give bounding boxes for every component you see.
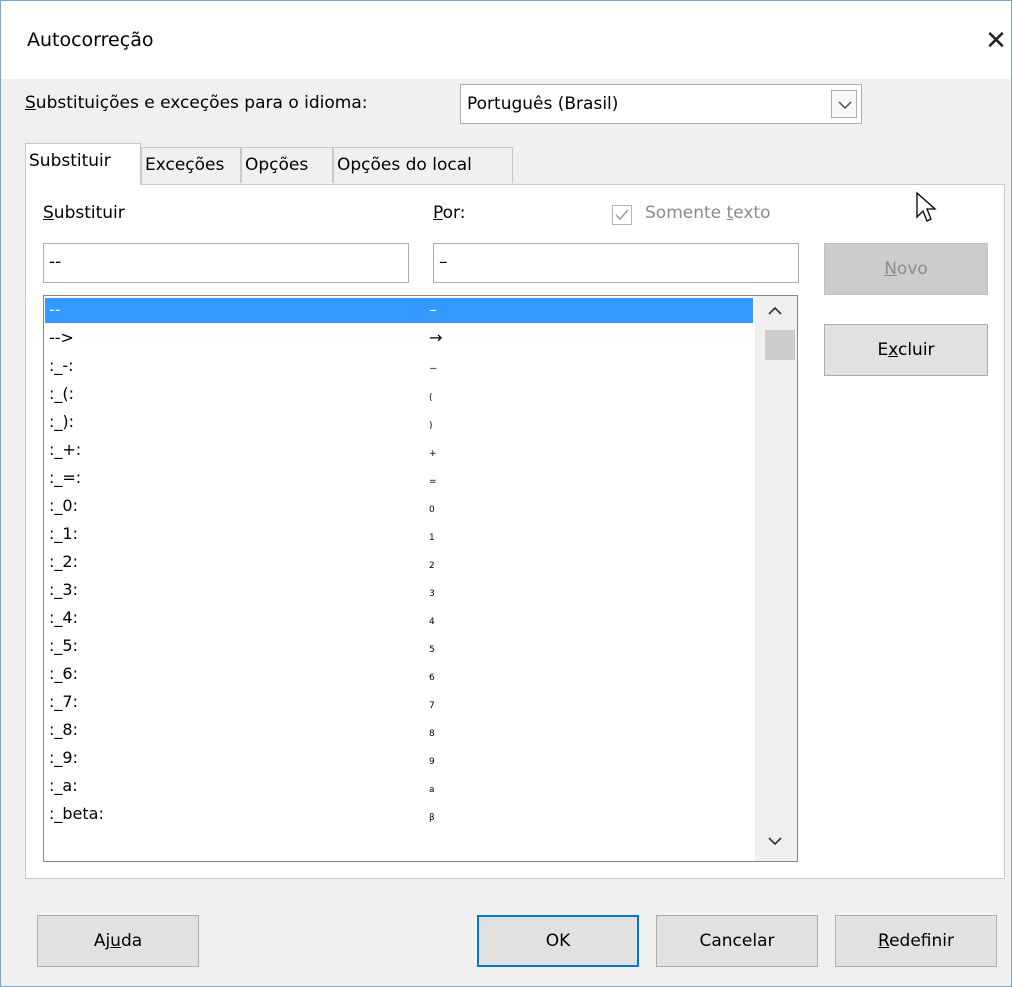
dialog-title: Autocorreção [27, 29, 154, 51]
replace-label: Substituir [43, 203, 125, 223]
entry-key: :_1: [49, 524, 78, 543]
entry-key: :_5: [49, 636, 78, 655]
scrollbar[interactable] [755, 296, 797, 861]
entry-key: --> [49, 328, 74, 347]
entry-key: :_(: [49, 384, 75, 403]
entry-value: ( [429, 393, 433, 403]
list-item[interactable]: :_a: a [45, 774, 753, 799]
list-item[interactable]: :_+: + [45, 438, 753, 463]
entry-key: :_7: [49, 692, 78, 711]
list-item[interactable]: :_=: = [45, 466, 753, 491]
reset-button[interactable]: Redefinir [835, 915, 997, 967]
entry-value: = [429, 477, 437, 487]
entry-value: 2 [429, 561, 435, 571]
list-item[interactable]: :_(: ( [45, 382, 753, 407]
entry-key: :_=: [49, 468, 82, 487]
tab-excecoes[interactable]: Exceções [141, 147, 241, 183]
replacement-list[interactable]: -- – --> → :_-: ₋ :_(: ( :_):) :_+: + :_=: = :_0: 0 :_1… [43, 295, 798, 862]
list-item[interactable]: --> → [45, 326, 753, 351]
entry-value: 1 [429, 533, 435, 543]
cancel-button[interactable]: Cancelar [656, 915, 818, 967]
scroll-thumb[interactable] [765, 330, 795, 360]
title-bar: Autocorreção ✕ [1, 1, 1011, 79]
entry-key: :_): [49, 412, 75, 431]
entry-value: 8 [429, 729, 435, 739]
dropdown-button[interactable] [831, 90, 857, 118]
scroll-down-icon [768, 837, 782, 846]
chevron-down-icon [838, 101, 852, 109]
list-item[interactable]: :_):) [45, 410, 753, 435]
entry-value: β [429, 813, 435, 823]
text-only-checkbox[interactable] [612, 205, 632, 225]
entry-value: 0 [429, 505, 435, 515]
entry-value: ₋ [429, 356, 438, 375]
list-item[interactable]: :_3: 3 [45, 578, 753, 603]
list-item[interactable]: :_9: 9 [45, 746, 753, 771]
tab-opcoes-local[interactable]: Opções do local [333, 147, 513, 183]
entry-value: 4 [429, 617, 435, 627]
checkmark-icon [615, 209, 629, 221]
entry-value: 9 [429, 757, 435, 767]
entry-key: :_3: [49, 580, 78, 599]
entry-value: + [429, 449, 437, 459]
list-item[interactable]: :_8: 8 [45, 718, 753, 743]
replace-input[interactable]: -- [43, 243, 409, 283]
entry-value: a [429, 785, 435, 795]
tab-opcoes[interactable]: Opções [241, 147, 333, 183]
language-label: Substituições e exceções para o idioma: [25, 93, 368, 113]
list-item[interactable]: :_beta: β [45, 802, 753, 827]
entry-value: ) [429, 421, 433, 431]
entry-value: – [429, 300, 437, 319]
autocorrect-dialog: Autocorreção ✕ Substituições e exceções … [0, 0, 1012, 987]
entry-key: :_8: [49, 720, 78, 739]
with-input[interactable]: – [433, 243, 799, 283]
entry-value: 5 [429, 645, 435, 655]
entry-key: :_+: [49, 440, 82, 459]
entry-value: 7 [429, 701, 435, 711]
list-item[interactable]: -- – [45, 298, 753, 323]
text-only-label: Somente texto [645, 203, 771, 223]
with-label: Por: [433, 203, 466, 223]
help-button[interactable]: Ajuda [37, 915, 199, 967]
list-item[interactable]: :_0: 0 [45, 494, 753, 519]
entry-key: :_4: [49, 608, 78, 627]
entry-key: :_2: [49, 552, 78, 571]
entry-key: :_-: [49, 356, 74, 375]
entry-key: :_0: [49, 496, 78, 515]
list-item[interactable]: :_2: 2 [45, 550, 753, 575]
entry-value: → [429, 328, 443, 347]
list-item[interactable]: :_5: 5 [45, 634, 753, 659]
list-item[interactable]: :_7: 7 [45, 690, 753, 715]
entry-value: 3 [429, 589, 435, 599]
entry-key: -- [49, 300, 61, 319]
entry-value: 6 [429, 673, 435, 683]
entry-key: :_a: [49, 776, 78, 795]
entry-key: :_beta: [49, 804, 104, 823]
close-icon[interactable]: ✕ [976, 21, 1012, 61]
tab-substituir[interactable]: Substituir [25, 143, 141, 185]
new-button[interactable]: Novo [824, 243, 988, 295]
list-item[interactable]: :_4: 4 [45, 606, 753, 631]
list-item[interactable]: :_6: 6 [45, 662, 753, 687]
language-select[interactable]: Português (Brasil) [460, 84, 862, 124]
mouse-cursor-icon [916, 191, 937, 222]
list-item[interactable]: :_-: ₋ [45, 354, 753, 379]
delete-button[interactable]: Excluir [824, 324, 988, 376]
entry-key: :_9: [49, 748, 78, 767]
list-item[interactable]: :_1: 1 [45, 522, 753, 547]
scroll-up-icon [768, 306, 782, 315]
entry-key: :_6: [49, 664, 78, 683]
ok-button[interactable]: OK [477, 915, 639, 967]
language-value: Português (Brasil) [467, 94, 619, 114]
